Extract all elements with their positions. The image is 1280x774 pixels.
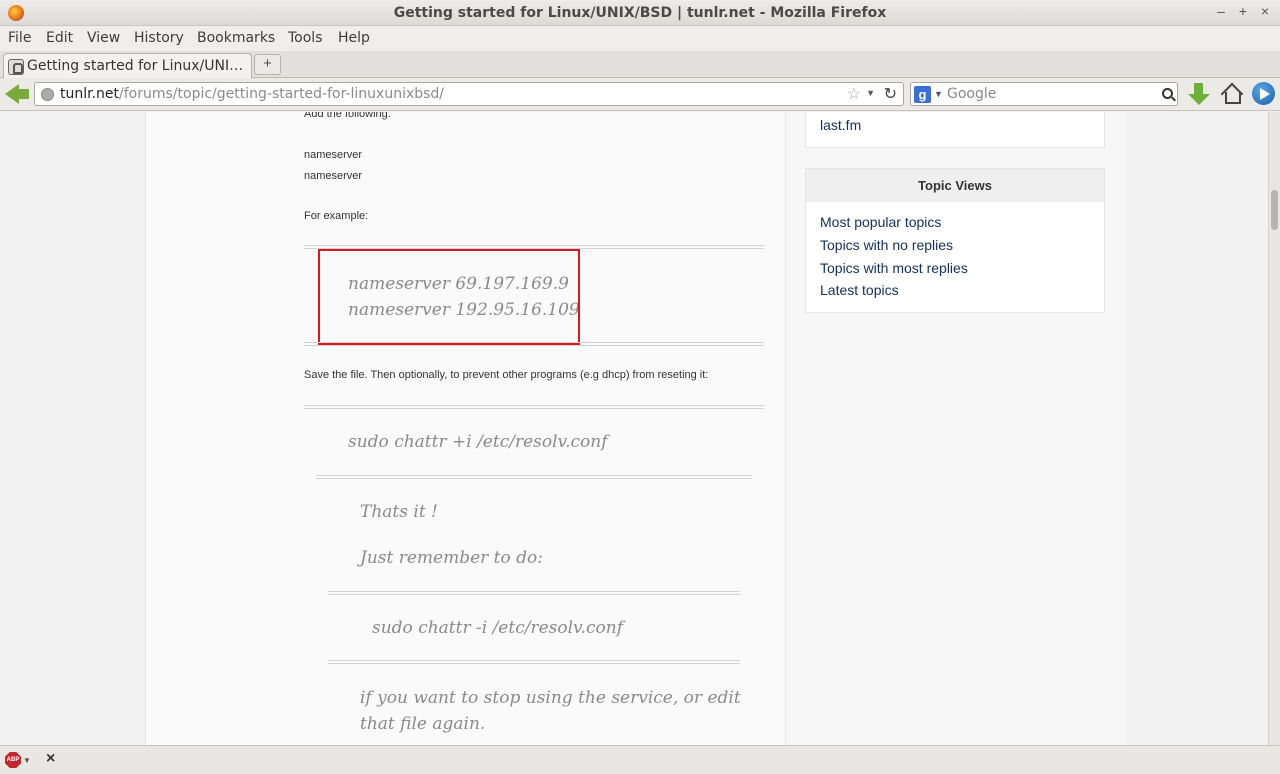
download-arrow-icon[interactable]	[1188, 82, 1210, 106]
url-history-dropdown-icon[interactable]: ▼	[866, 88, 875, 98]
url-bar[interactable]: tunlr.net/forums/topic/getting-started-f…	[34, 82, 904, 106]
vertical-scrollbar[interactable]	[1268, 112, 1280, 745]
globe-icon	[41, 88, 54, 101]
minimize-button[interactable]: –	[1212, 3, 1230, 19]
lock-favicon-icon	[8, 59, 24, 75]
tab-getting-started[interactable]: Getting started for Linux/UNI…	[3, 53, 252, 79]
page-content: Add the following: nameserver nameserver…	[0, 112, 1268, 745]
maximize-button[interactable]: +	[1234, 3, 1252, 19]
post-add-following: Add the following:	[304, 112, 391, 120]
reload-icon[interactable]: ↻	[884, 84, 897, 104]
topic-views-title: Topic Views	[806, 169, 1104, 202]
menu-help[interactable]: Help	[338, 30, 370, 46]
stop-service-line-2: that file again.	[360, 714, 486, 734]
post-nameserver-1: nameserver	[304, 149, 363, 161]
blockquote-rule	[328, 591, 740, 595]
tab-label: Getting started for Linux/UNI…	[27, 58, 244, 74]
link-topics-most-replies[interactable]: Topics with most replies	[820, 260, 968, 276]
addon-bar: ABP ▼ ×	[0, 745, 1280, 774]
main-column	[166, 112, 786, 745]
google-icon[interactable]: g	[914, 86, 931, 103]
stop-service-line-1: if you want to stop using the service, o…	[360, 688, 741, 708]
link-most-popular-topics[interactable]: Most popular topics	[820, 214, 941, 230]
menu-bar: File Edit View History Bookmarks Tools H…	[0, 26, 1280, 51]
tab-bar: Getting started for Linux/UNI… +	[0, 51, 1280, 79]
chattr-set-command: sudo chattr +i /etc/resolv.conf	[348, 432, 608, 452]
home-icon[interactable]	[1221, 83, 1241, 104]
menu-edit[interactable]: Edit	[46, 30, 73, 46]
topic-views-widget: Topic Views Most popular topics Topics w…	[805, 168, 1105, 313]
blockquote-rule	[328, 660, 740, 664]
post-save-file: Save the file. Then optionally, to preve…	[304, 369, 709, 381]
scrollbar-thumb[interactable]	[1271, 190, 1278, 230]
bookmark-star-icon[interactable]: ☆	[847, 84, 861, 104]
just-remember-text: Just remember to do:	[360, 548, 543, 568]
close-addon-bar-icon[interactable]: ×	[46, 750, 55, 768]
blockquote-rule	[304, 342, 764, 346]
lastfm-widget: last.fm	[805, 112, 1105, 148]
post-for-example: For example:	[304, 210, 369, 222]
new-tab-button[interactable]: +	[254, 54, 281, 75]
extension-play-icon[interactable]	[1252, 82, 1275, 105]
search-engine-dropdown-icon[interactable]: ▼	[934, 89, 943, 99]
window-title: Getting started for Linux/UNIX/BSD | tun…	[393, 5, 887, 21]
search-bar[interactable]: g ▼ Google	[910, 82, 1178, 106]
menu-history[interactable]: History	[134, 30, 184, 46]
search-icon[interactable]	[1162, 88, 1173, 99]
lastfm-link[interactable]: last.fm	[820, 117, 861, 133]
post-nameserver-2: nameserver	[304, 170, 363, 182]
menu-file[interactable]: File	[8, 30, 31, 46]
link-latest-topics[interactable]: Latest topics	[820, 282, 899, 298]
highlight-box	[318, 249, 580, 345]
close-window-button[interactable]: ×	[1256, 3, 1274, 19]
blockquote-rule	[304, 405, 764, 409]
menu-tools[interactable]: Tools	[288, 30, 323, 46]
link-topics-no-replies[interactable]: Topics with no replies	[820, 237, 953, 253]
search-input[interactable]: Google	[947, 86, 996, 102]
url-text[interactable]: tunlr.net/forums/topic/getting-started-f…	[60, 86, 444, 102]
chattr-unset-command: sudo chattr -i /etc/resolv.conf	[372, 618, 624, 638]
thats-it-text: Thats it !	[360, 502, 438, 522]
adblock-dropdown-icon[interactable]: ▼	[23, 756, 31, 765]
navigation-bar: tunlr.net/forums/topic/getting-started-f…	[0, 78, 1280, 111]
adblock-plus-icon[interactable]: ABP	[5, 752, 21, 768]
back-arrow-icon[interactable]	[5, 82, 31, 106]
title-bar: Getting started for Linux/UNIX/BSD | tun…	[0, 0, 1280, 26]
url-path: /forums/topic/getting-started-for-linuxu…	[119, 86, 445, 102]
menu-bookmarks[interactable]: Bookmarks	[197, 30, 275, 46]
url-host: tunlr.net	[60, 86, 120, 102]
blockquote-rule	[316, 475, 752, 479]
menu-view[interactable]: View	[87, 30, 120, 46]
